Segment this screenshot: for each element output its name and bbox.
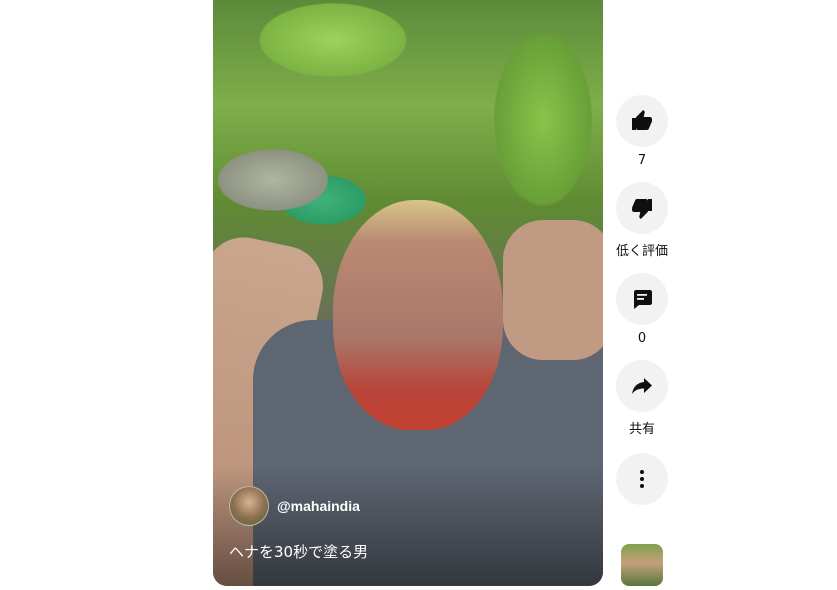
dislike-action: 低く評価 [615, 182, 668, 259]
video-frame-person [333, 200, 503, 430]
short-video-player[interactable]: @mahaindia ヘナを30秒で塗る男 [213, 0, 603, 586]
share-arrow-icon [632, 378, 652, 394]
channel-thumbnail[interactable] [621, 544, 663, 586]
share-action: 共有 [616, 360, 668, 437]
video-bottom-gradient [213, 466, 603, 586]
more-options-button[interactable] [616, 453, 668, 505]
like-count: 7 [637, 153, 647, 168]
comment-icon [634, 290, 652, 309]
comment-count: 0 [637, 331, 647, 346]
dislike-label: 低く評価 [615, 244, 668, 259]
channel-handle[interactable]: @mahaindia [277, 498, 360, 514]
comment-action: 0 [616, 273, 668, 346]
thumbs-up-icon [632, 110, 652, 130]
video-caption: ヘナを30秒で塗る男 [229, 543, 369, 561]
action-rail: 7 低く評価 0 共有 [612, 95, 672, 505]
like-button[interactable] [616, 95, 668, 147]
channel-avatar[interactable] [229, 486, 269, 526]
share-button[interactable] [616, 360, 668, 412]
share-label: 共有 [628, 422, 655, 437]
channel-info: @mahaindia [229, 486, 360, 526]
dislike-button[interactable] [615, 182, 668, 234]
comment-button[interactable] [616, 273, 668, 325]
thumbs-down-icon [631, 199, 652, 219]
more-vertical-icon [640, 470, 644, 488]
like-action: 7 [616, 95, 668, 168]
video-frame-arm-right [503, 220, 603, 360]
